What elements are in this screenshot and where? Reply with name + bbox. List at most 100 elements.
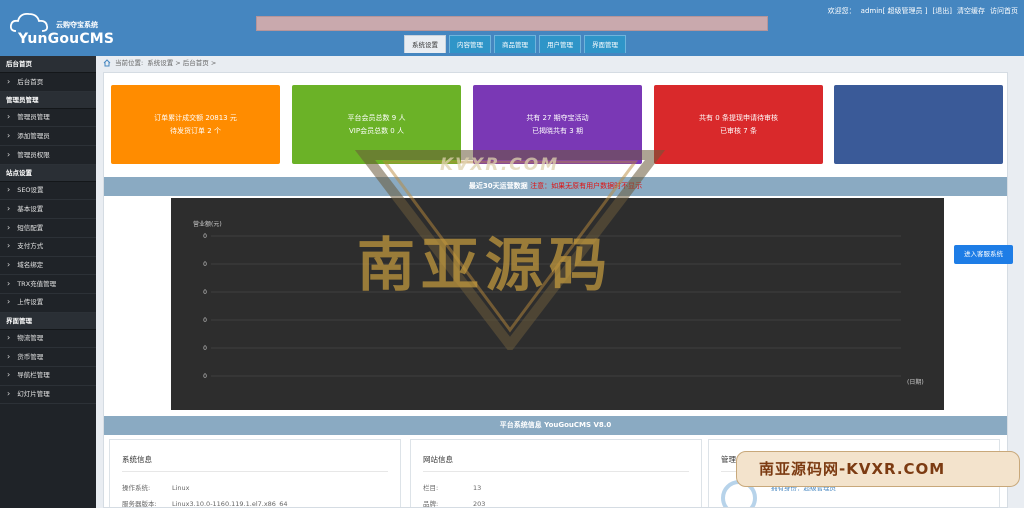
stat-line: 共有 0 条提现申请待审核: [699, 114, 778, 122]
stat-card-members[interactable]: 平台会员总数 9 人 VIP会员总数 0 人: [292, 85, 461, 164]
sidebar: 后台首页 › 后台首页 管理员管理 › 管理员管理 › 添加管理员 › 管理员权限 站点…: [0, 56, 96, 508]
logo-subtitle: 云购夺宝系统: [56, 21, 98, 29]
logo-name: YunGouCMS: [18, 31, 115, 47]
panel-title: 管理员信息: [721, 454, 987, 472]
info-key: 服务器版本:: [122, 500, 157, 508]
customer-service-button[interactable]: 进入客服系统: [954, 245, 1013, 264]
welcome-text: 欢迎您：: [827, 7, 856, 15]
info-row: 服务器版本: Linux3.10.0-1160.119.1.el7.x86_64: [122, 496, 388, 508]
sidebar-item-domain-binding[interactable]: › 域名绑定: [0, 257, 96, 276]
sidebar-item-add-admin[interactable]: › 添加管理员: [0, 127, 96, 147]
tab-content-management[interactable]: 内容管理: [449, 35, 491, 53]
stat-line: 已审核 7 条: [720, 127, 757, 135]
chevron-right-icon: ›: [7, 149, 11, 159]
sidebar-item-upload-settings[interactable]: › 上传设置: [0, 294, 96, 313]
info-bar: 平台系统信息 YouGouCMS V8.0: [104, 416, 1007, 435]
info-row: 品牌: 203: [423, 496, 689, 508]
sidebar-item-payment-methods[interactable]: › 支付方式: [0, 238, 96, 257]
sidebar-item-label: 支付方式: [17, 242, 44, 251]
sidebar-item-trx-recharge[interactable]: › TRX充值管理: [0, 275, 96, 294]
tab-user-management[interactable]: 用户管理: [539, 35, 581, 53]
sidebar-item-label: 后台首页: [17, 77, 44, 86]
info-value: Linux: [172, 484, 190, 492]
top-search-bar[interactable]: [256, 16, 768, 31]
sidebar-item-label: 导航栏管理: [17, 371, 50, 380]
chevron-right-icon: ›: [7, 351, 11, 361]
stat-line: 订单累计成交额 20813 元: [154, 114, 237, 122]
sidebar-item-label: 管理员管理: [17, 113, 50, 122]
sidebar-group-interface: 界面管理: [0, 312, 96, 330]
info-value: 203: [473, 500, 486, 508]
sidebar-group-home: 后台首页: [0, 56, 96, 73]
sidebar-item-label: 幻灯片管理: [17, 390, 50, 399]
sidebar-item-admin-permissions[interactable]: › 管理员权限: [0, 146, 96, 165]
revenue-chart: 营业额(元) 0 0 0 0 0 0 (日期): [171, 198, 944, 410]
panel-admin-info: 管理员信息 拥有身份：超级管理员: [708, 439, 1000, 507]
admin-role: 拥有身份：超级管理员: [771, 484, 836, 492]
info-key: 栏目:: [423, 484, 439, 492]
sidebar-item-logistics[interactable]: › 物流管理: [0, 330, 96, 349]
panel-site-info: 网站信息 栏目: 13 品牌: 203: [410, 439, 702, 508]
current-user: admin[ 超级管理员 ]: [860, 7, 928, 15]
sidebar-item-dashboard[interactable]: › 后台首页: [0, 73, 96, 92]
info-value: 13: [473, 484, 482, 492]
chart-y-tick: 0: [203, 289, 207, 296]
tab-product-management[interactable]: 商品管理: [494, 35, 536, 53]
panel-system-info: 系统信息 操作系统: Linux 服务器版本: Linux3.10.0-1160.1…: [109, 439, 401, 508]
panel-title: 网站信息: [423, 454, 689, 472]
sidebar-item-slideshow[interactable]: › 幻灯片管理: [0, 386, 96, 405]
stat-card-activities[interactable]: 共有 27 期夺宝活动 已揭晓共有 3 期: [473, 85, 642, 164]
clear-cache-link[interactable]: 清空缓存: [957, 6, 985, 16]
chart-y-axis-label: 营业额(元): [193, 220, 222, 228]
visit-home-link[interactable]: 访问首页: [990, 6, 1018, 16]
chart-svg: 营业额(元) 0 0 0 0 0 0 (日期): [193, 220, 924, 386]
tab-interface-management[interactable]: 界面管理: [584, 35, 626, 53]
sidebar-item-label: 上传设置: [17, 298, 44, 307]
sidebar-item-label: 域名绑定: [17, 261, 44, 269]
info-row: 栏目: 13: [423, 480, 689, 496]
breadcrumb-path[interactable]: 系统设置 > 后台首页 >: [147, 56, 216, 70]
home-icon: [103, 59, 111, 67]
stat-card-withdrawals[interactable]: 共有 0 条提现申请待审核 已审核 7 条: [654, 85, 823, 164]
sidebar-item-label: 基本设置: [17, 204, 44, 213]
info-value: Linux3.10.0-1160.119.1.el7.x86_64: [172, 500, 288, 508]
sidebar-item-label: TRX充值管理: [17, 279, 57, 288]
chevron-right-icon: ›: [7, 333, 11, 343]
chart-y-tick: 0: [203, 345, 207, 352]
site-logo[interactable]: 云购夺宝系统 YunGouCMS: [6, 9, 114, 47]
logout-link[interactable]: [退出]: [933, 6, 952, 16]
sidebar-item-basic-settings[interactable]: › 基本设置: [0, 200, 96, 220]
sidebar-item-navbar[interactable]: › 导航栏管理: [0, 367, 96, 386]
tab-system-settings[interactable]: 系统设置: [404, 35, 446, 53]
stat-line: 已揭晓共有 3 期: [532, 127, 583, 135]
sidebar-group-admins: 管理员管理: [0, 91, 96, 109]
sidebar-item-admin-list[interactable]: › 管理员管理: [0, 109, 96, 128]
chevron-right-icon: ›: [7, 260, 11, 269]
sidebar-item-currency[interactable]: › 货币管理: [0, 348, 96, 367]
chevron-right-icon: ›: [7, 203, 11, 213]
stat-card-extra[interactable]: [834, 85, 1003, 164]
chart-y-tick: 0: [203, 373, 207, 380]
sidebar-item-sms-config[interactable]: › 短信配置: [0, 219, 96, 238]
chevron-right-icon: ›: [7, 76, 11, 86]
top-header: 云购夺宝系统 YunGouCMS 欢迎您： admin[ 超级管理员 ] [退出…: [0, 0, 1024, 56]
stat-line: 共有 27 期夺宝活动: [526, 114, 589, 122]
stat-line: 平台会员总数 9 人: [347, 114, 406, 122]
chevron-right-icon: ›: [7, 130, 11, 140]
info-key: 品牌:: [423, 500, 439, 508]
info-key: 操作系统:: [122, 484, 151, 492]
sidebar-item-label: 添加管理员: [17, 131, 50, 140]
chart-y-tick: 0: [203, 317, 207, 324]
stat-line: 待发货订单 2 个: [170, 127, 221, 135]
chevron-right-icon: ›: [7, 222, 11, 232]
chart-x-axis-label: (日期): [907, 378, 924, 386]
panel-title: 系统信息: [122, 454, 388, 472]
stat-card-orders[interactable]: 订单累计成交额 20813 元 待发货订单 2 个: [111, 85, 280, 164]
breadcrumb-label: 当前位置:: [115, 59, 144, 67]
sidebar-item-seo[interactable]: › SEO设置: [0, 182, 96, 201]
chevron-right-icon: ›: [7, 370, 11, 380]
top-nav-tabs: 系统设置 内容管理 商品管理 用户管理 界面管理: [404, 35, 626, 53]
chevron-right-icon: ›: [7, 112, 11, 122]
chart-y-tick: 0: [203, 233, 207, 240]
chart-section-title: 最近30天运营数据: [468, 182, 528, 190]
